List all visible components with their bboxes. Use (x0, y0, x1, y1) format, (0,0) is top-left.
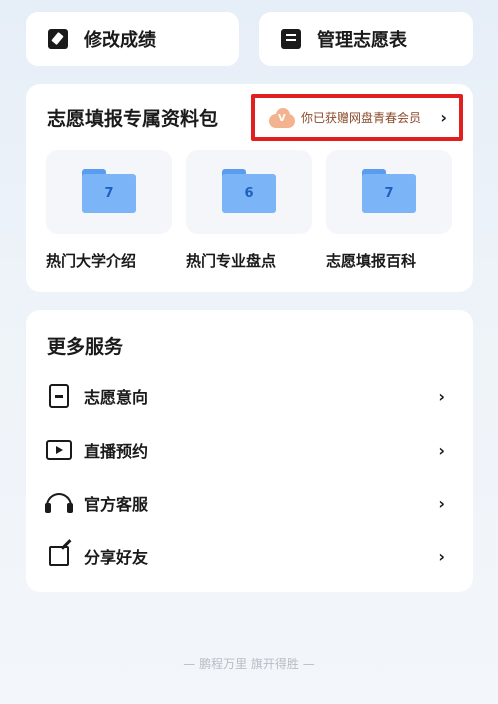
edit-scores-label: 修改成绩 (84, 30, 156, 51)
folder-count: 6 (222, 174, 276, 213)
manage-list-button[interactable]: 管理志愿表 (259, 12, 473, 66)
chevron-right-icon: › (438, 493, 445, 513)
vip-badge-text: 你已获赠网盘青春会员 (301, 111, 422, 125)
resource-pack-card: 志愿填报专属资料包 V 你已获赠网盘青春会员 › 7 6 7 热门大学介绍 热门… (26, 84, 473, 292)
play-icon (46, 440, 72, 460)
more-services-card: 更多服务 志愿意向 › 直播预约 › 官方客服 › 分享好友 › (26, 310, 473, 592)
share-icon (49, 546, 69, 566)
folder-tile-majors[interactable]: 6 (186, 150, 312, 234)
folder-count: 7 (362, 174, 416, 213)
document-icon (49, 384, 69, 408)
more-services-title: 更多服务 (47, 336, 124, 358)
folder-label-universities[interactable]: 热门大学介绍 (46, 250, 136, 271)
edit-scores-button[interactable]: 修改成绩 (26, 12, 239, 66)
chevron-right-icon: › (438, 546, 445, 566)
folder-tile-universities[interactable]: 7 (46, 150, 172, 234)
headset-icon (45, 493, 73, 513)
folder-count: 7 (82, 174, 136, 213)
manage-list-label: 管理志愿表 (317, 30, 407, 51)
list-icon (281, 29, 301, 49)
folder-icon: 7 (82, 169, 136, 213)
footer-slogan: — 鹏程万里 旗开得胜 — (183, 657, 315, 671)
vip-gift-badge[interactable]: V 你已获赠网盘青春会员 › (251, 94, 463, 141)
service-label: 志愿意向 (84, 388, 149, 407)
chevron-right-icon: › (438, 386, 445, 406)
cloud-icon: V (269, 107, 295, 128)
service-item-intention[interactable]: 志愿意向 › (26, 376, 473, 416)
service-item-live[interactable]: 直播预约 › (26, 430, 473, 470)
service-label: 官方客服 (84, 495, 149, 514)
folder-label-encyclopedia[interactable]: 志愿填报百科 (326, 250, 416, 271)
service-label: 直播预约 (84, 442, 149, 461)
service-item-support[interactable]: 官方客服 › (26, 483, 473, 523)
service-label: 分享好友 (84, 548, 149, 567)
chevron-right-icon: › (438, 440, 445, 460)
pack-title: 志愿填报专属资料包 (47, 108, 219, 130)
service-item-share[interactable]: 分享好友 › (26, 536, 473, 576)
chevron-right-icon: › (440, 108, 447, 127)
folder-tile-encyclopedia[interactable]: 7 (326, 150, 452, 234)
folder-icon: 7 (362, 169, 416, 213)
vip-letter: V (278, 112, 286, 124)
folder-label-majors[interactable]: 热门专业盘点 (186, 250, 276, 271)
folder-icon: 6 (222, 169, 276, 213)
edit-icon (48, 29, 68, 49)
